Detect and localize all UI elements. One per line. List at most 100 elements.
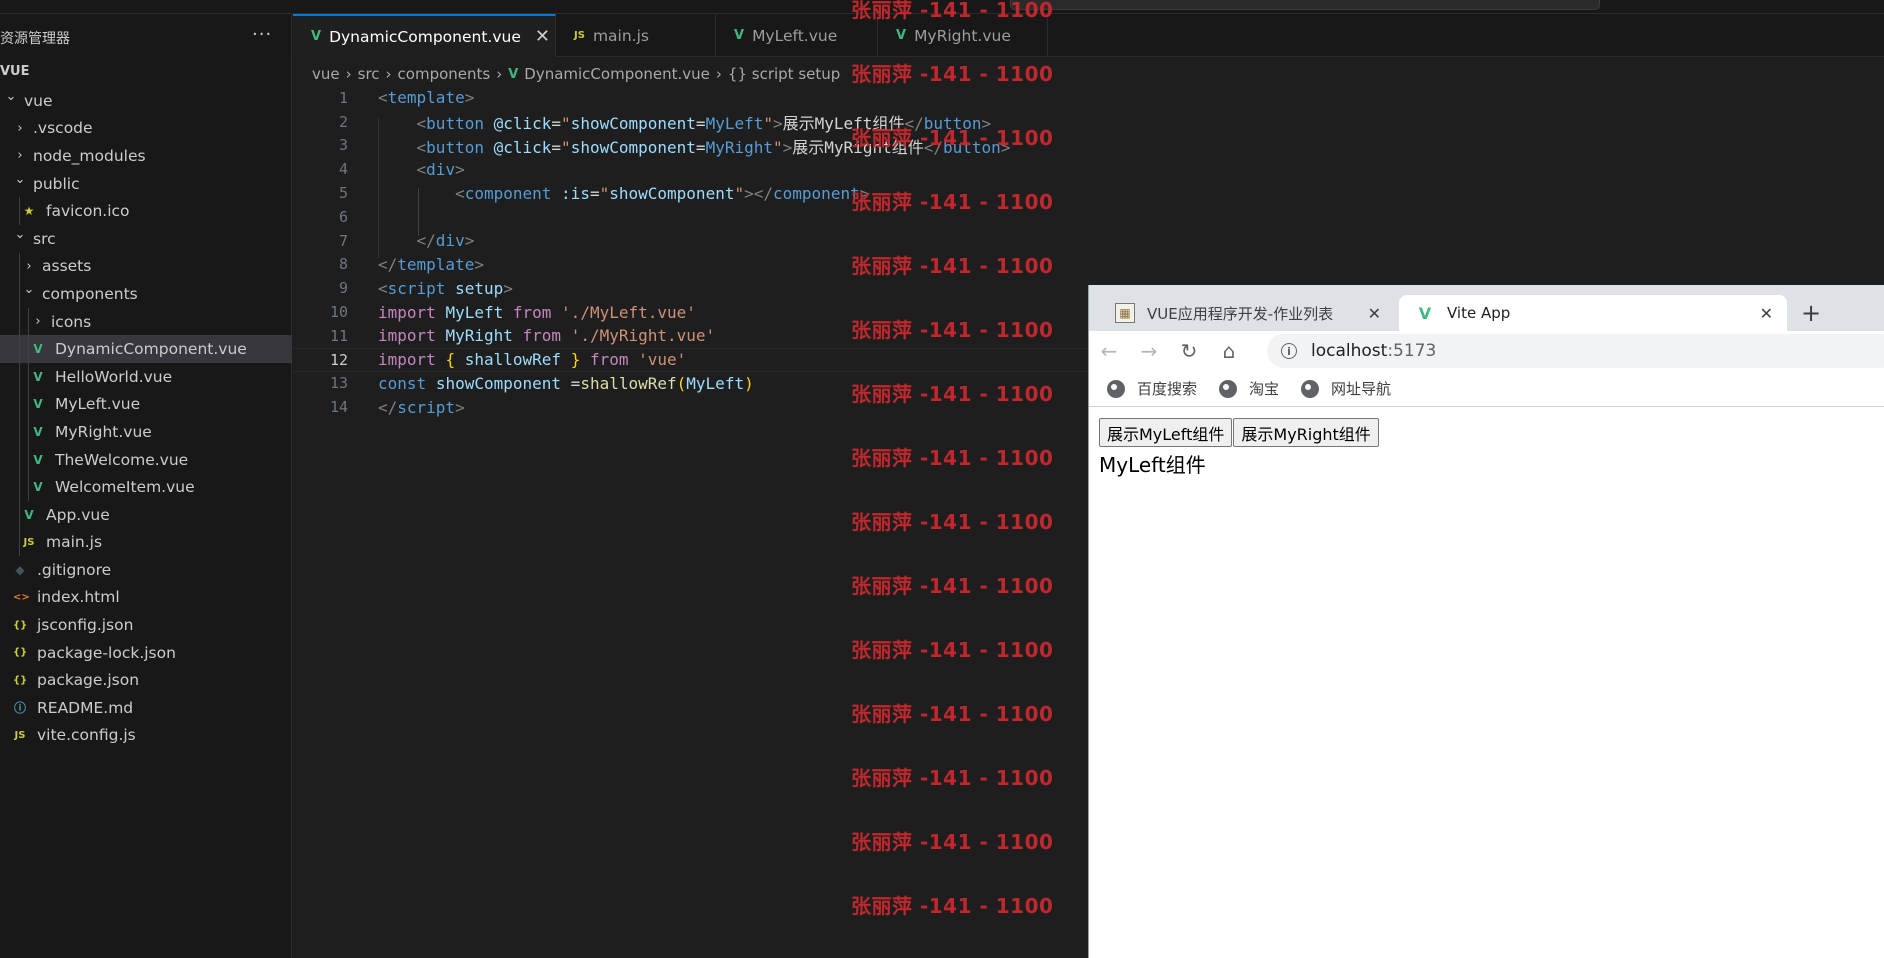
bookmark-taobao[interactable]: 淘宝 <box>1219 378 1279 399</box>
tree-item[interactable]: ⓘ README.md <box>0 694 292 722</box>
tree-item[interactable]: › .vscode <box>0 115 292 143</box>
code-editor[interactable]: 1 <template> 2 <button @click="showCompone… <box>293 86 1088 419</box>
code-text: <div> <box>416 159 465 179</box>
tree-item[interactable]: ◆ .gitignore <box>0 556 292 584</box>
javascript-file-icon: JS <box>574 30 585 41</box>
code-line[interactable]: 13 const showComponent =shallowRef(MyLeft… <box>293 372 1088 396</box>
tree-item[interactable]: {} jsconfig.json <box>0 611 292 639</box>
forward-arrow-icon[interactable]: → <box>1129 339 1169 363</box>
bookmark-label: 淘宝 <box>1249 380 1280 398</box>
address-bar[interactable]: i localhost :5173 <box>1267 334 1884 368</box>
chevron-down-icon[interactable]: ⌄ <box>13 172 27 187</box>
tree-item[interactable]: ⌄ public <box>0 170 292 198</box>
tree-item[interactable]: V App.vue <box>0 500 292 529</box>
tree-item[interactable]: › node_modules <box>0 142 292 170</box>
dynamic-component-output: MyLeft组件 <box>1099 453 1206 477</box>
code-line[interactable]: 8 </template> <box>293 253 1088 277</box>
site-info-icon[interactable]: i <box>1281 343 1297 359</box>
line-number: 5 <box>338 184 348 203</box>
close-tab-icon[interactable]: ✕ <box>1368 304 1381 323</box>
back-arrow-icon[interactable]: ← <box>1089 339 1129 363</box>
code-line[interactable]: 11 import MyRight from './MyRight.vue' <box>293 324 1088 348</box>
tree-item[interactable]: ★ favicon.ico <box>0 197 292 225</box>
code-line[interactable]: 4 <div> <box>293 157 1088 181</box>
line-number: 6 <box>338 207 348 226</box>
watermark-text: 张丽萍 -141 - 1100 <box>851 766 1054 790</box>
chevron-right-icon: › <box>496 65 503 83</box>
close-tab-icon[interactable]: ✕ <box>1760 304 1773 323</box>
code-line[interactable]: 2 <button @click="showComponent=MyLeft">… <box>293 110 1088 134</box>
code-line[interactable]: 14 </script> <box>293 395 1088 419</box>
breadcrumb-item[interactable]: DynamicComponent.vue <box>524 65 710 83</box>
home-icon[interactable]: ⌂ <box>1209 339 1249 363</box>
reload-icon[interactable]: ↻ <box>1169 339 1209 363</box>
code-line[interactable]: 7 </div> <box>293 229 1088 253</box>
code-line[interactable]: 12 import { shallowRef } from 'vue' <box>293 347 1088 372</box>
page-content: 展示MyLeft组件 展示MyRight组件 MyLeft组件 <box>1089 408 1884 958</box>
chevron-down-icon[interactable]: ⌄ <box>13 227 27 242</box>
breadcrumb-item[interactable]: src <box>358 65 380 83</box>
editor-tab[interactable]: JS main.js <box>556 14 716 57</box>
watermark-text: 张丽萍 -141 - 1100 <box>851 894 1054 918</box>
code-line[interactable]: 5 <component :is="showComponent"></compo… <box>293 181 1088 205</box>
chevron-right-icon[interactable]: › <box>22 259 36 274</box>
code-line[interactable]: 6 <box>293 205 1088 229</box>
line-number: 8 <box>338 255 348 274</box>
code-text: </template> <box>378 254 484 274</box>
tree-item[interactable]: V MyRight.vue <box>0 418 292 446</box>
line-number: 2 <box>338 112 348 131</box>
bookmark-navigation[interactable]: 网址导航 <box>1301 378 1391 399</box>
editor-tab[interactable]: V DynamicComponent.vue ✕ <box>293 14 556 57</box>
workspace-root-label[interactable]: VUE <box>0 64 30 79</box>
tree-indent-guide <box>28 445 29 474</box>
chevron-right-icon[interactable]: › <box>13 148 27 163</box>
bookmark-label: 网址导航 <box>1331 380 1392 398</box>
line-number: 10 <box>329 303 348 322</box>
line-number: 13 <box>329 374 348 393</box>
tree-item[interactable]: › assets <box>0 252 292 281</box>
editor-tab-label: main.js <box>592 26 649 45</box>
tree-item[interactable]: › icons <box>0 307 292 336</box>
tree-item[interactable]: {} package.json <box>0 666 292 694</box>
breadcrumb-item[interactable]: vue <box>312 65 340 83</box>
show-myleft-button[interactable]: 展示MyLeft组件 <box>1099 418 1233 447</box>
tree-item[interactable]: V TheWelcome.vue <box>0 445 292 474</box>
chevron-down-icon[interactable]: ⌄ <box>4 89 18 104</box>
tree-item[interactable]: V DynamicComponent.vue <box>0 335 292 363</box>
chevron-down-icon[interactable]: ⌄ <box>22 282 36 297</box>
more-actions-icon[interactable]: ··· <box>252 24 272 45</box>
line-number: 7 <box>338 231 348 250</box>
tree-item[interactable]: {} package-lock.json <box>0 639 292 667</box>
tree-item[interactable]: V WelcomeItem.vue <box>0 473 292 501</box>
command-center[interactable] <box>1010 0 1600 10</box>
code-line[interactable]: 10 import MyLeft from './MyLeft.vue' <box>293 300 1088 324</box>
tree-item[interactable]: JS main.js <box>0 528 292 557</box>
code-line[interactable]: 9 <script setup> <box>293 276 1088 300</box>
browser-tab-homework[interactable]: ▦ VUE应用程序开发-作业列表 ✕ <box>1099 295 1395 331</box>
tree-indent-guide <box>28 473 29 501</box>
breadcrumb-item[interactable]: components <box>398 65 491 83</box>
tree-item[interactable]: ⌄ components <box>0 280 292 308</box>
tree-item[interactable]: V HelloWorld.vue <box>0 362 292 391</box>
tree-item[interactable]: <> index.html <box>0 584 292 612</box>
chevron-right-icon[interactable]: › <box>31 314 45 329</box>
tree-item-label: favicon.ico <box>46 202 130 221</box>
close-tab-icon[interactable]: ✕ <box>535 26 550 47</box>
code-line[interactable]: 3 <button @click="showComponent=MyRight"… <box>293 134 1088 158</box>
show-myright-button[interactable]: 展示MyRight组件 <box>1233 418 1379 447</box>
bookmark-baidu[interactable]: 百度搜索 <box>1107 378 1197 399</box>
code-text: <component :is="showComponent"></compone… <box>455 183 870 203</box>
chevron-right-icon[interactable]: › <box>13 121 27 136</box>
tree-item[interactable]: ⌄ vue <box>0 87 292 115</box>
tree-item[interactable]: V MyLeft.vue <box>0 390 292 419</box>
breadcrumb-item[interactable]: {} script setup <box>728 65 840 83</box>
new-tab-button[interactable]: + <box>1801 299 1821 327</box>
json-file-icon: {} <box>13 674 28 686</box>
editor-tab[interactable]: V MyLeft.vue <box>716 14 878 57</box>
editor-tab[interactable]: V MyRight.vue <box>878 14 1048 57</box>
browser-tab-vite-app[interactable]: V Vite App ✕ <box>1399 295 1787 331</box>
tree-item[interactable]: ⌄ src <box>0 225 292 253</box>
code-line[interactable]: 1 <template> <box>293 86 1088 110</box>
tree-item[interactable]: JS vite.config.js <box>0 722 292 750</box>
vue-file-icon: V <box>734 28 745 43</box>
